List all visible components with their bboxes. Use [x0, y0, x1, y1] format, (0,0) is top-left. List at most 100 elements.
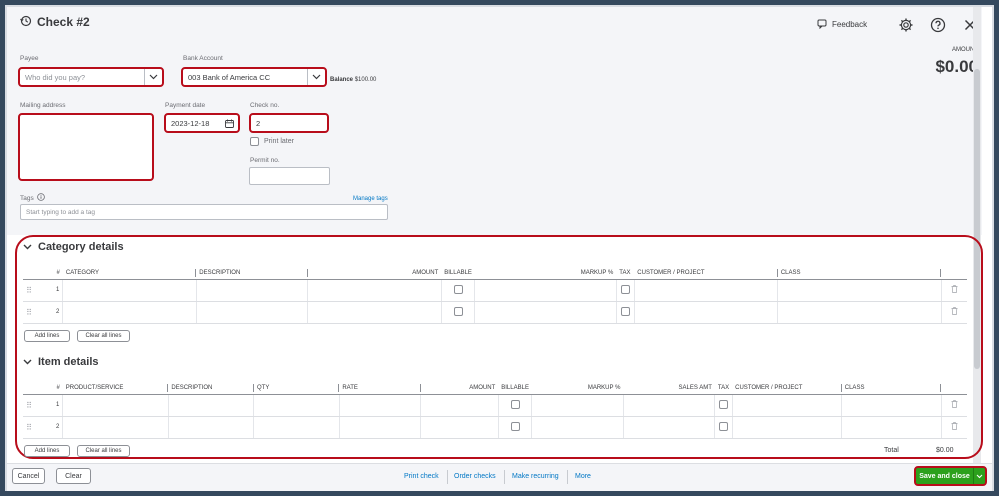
markup-cell[interactable] [531, 416, 624, 439]
drag-handle-icon[interactable]: ⠿ [23, 279, 35, 302]
rate-cell[interactable] [339, 394, 422, 417]
class-cell[interactable] [777, 301, 942, 324]
markup-cell[interactable] [474, 279, 617, 302]
product-cell[interactable] [62, 394, 169, 417]
tax-checkbox[interactable] [719, 421, 729, 431]
amount-cell[interactable] [307, 279, 442, 302]
check-no-field[interactable]: 2 [249, 113, 329, 133]
description-cell[interactable] [168, 394, 255, 417]
billable-cell[interactable] [441, 279, 476, 302]
category-cell[interactable] [62, 301, 197, 324]
drag-handle-icon[interactable]: ⠿ [23, 394, 35, 417]
payee-select[interactable]: Who did you pay? [18, 67, 164, 87]
billable-cell[interactable] [498, 416, 533, 439]
clear-button[interactable]: Clear [56, 468, 91, 484]
clear-all-lines-button[interactable]: Clear all lines [77, 330, 130, 342]
billable-checkbox[interactable] [453, 306, 463, 316]
trash-icon[interactable] [941, 301, 967, 324]
category-cell[interactable] [62, 279, 197, 302]
drag-handle-icon[interactable]: ⠿ [23, 301, 35, 324]
feedback-button[interactable]: Feedback [817, 19, 867, 29]
payment-date-field[interactable]: 2023-12-18 [164, 113, 240, 133]
calendar-icon[interactable] [225, 119, 234, 130]
bank-account-label: Bank Account [183, 55, 223, 62]
add-lines-button[interactable]: Add lines [24, 330, 70, 342]
chevron-down-icon[interactable] [23, 359, 32, 365]
description-cell[interactable] [196, 301, 309, 324]
tax-cell[interactable] [714, 394, 733, 417]
tags-input[interactable]: Start typing to add a tag [20, 204, 388, 220]
description-cell[interactable] [196, 279, 309, 302]
chevron-down-icon[interactable] [307, 69, 325, 85]
item-details-header[interactable]: Item details [23, 356, 99, 368]
manage-tags-link[interactable]: Manage tags [353, 196, 388, 202]
class-cell[interactable] [841, 394, 942, 417]
payee-placeholder: Who did you pay? [25, 72, 86, 82]
row-number: 2 [34, 416, 64, 439]
tax-cell[interactable] [616, 279, 635, 302]
print-check-link[interactable]: Print check [404, 473, 439, 480]
print-later-option[interactable]: Print later [250, 137, 294, 146]
sales-amt-cell[interactable] [623, 416, 716, 439]
gear-icon[interactable] [898, 17, 914, 33]
billable-checkbox[interactable] [510, 421, 520, 431]
bank-account-select[interactable]: 003 Bank of America CC [181, 67, 327, 87]
tax-cell[interactable] [616, 301, 635, 324]
table-row[interactable]: ⠿ 1 [23, 394, 967, 417]
tax-checkbox[interactable] [620, 306, 630, 316]
more-link[interactable]: More [575, 473, 591, 480]
amount-cell[interactable] [420, 394, 499, 417]
qty-cell[interactable] [253, 394, 340, 417]
customer-cell[interactable] [732, 394, 843, 417]
order-checks-link[interactable]: Order checks [454, 473, 496, 480]
product-cell[interactable] [62, 416, 169, 439]
permit-no-field[interactable] [249, 167, 330, 185]
footer-bar: Cancel Clear Print check Order checks Ma… [7, 463, 992, 491]
billable-cell[interactable] [441, 301, 476, 324]
col-amount: AMOUNT [307, 267, 442, 280]
save-and-close-button[interactable]: Save and close [916, 468, 973, 484]
chevron-down-icon[interactable] [973, 468, 985, 484]
billable-cell[interactable] [498, 394, 533, 417]
clear-all-lines-button[interactable]: Clear all lines [77, 445, 130, 457]
save-and-close-group: Save and close [914, 466, 987, 486]
qty-cell[interactable] [253, 416, 340, 439]
class-cell[interactable] [777, 279, 942, 302]
customer-cell[interactable] [634, 279, 779, 302]
history-icon[interactable] [20, 15, 32, 27]
table-row[interactable]: ⠿ 1 [23, 279, 967, 302]
make-recurring-link[interactable]: Make recurring [512, 473, 559, 480]
row-number: 1 [34, 394, 64, 417]
amount-cell[interactable] [307, 301, 442, 324]
customer-cell[interactable] [732, 416, 843, 439]
table-row[interactable]: ⠿ 2 [23, 416, 967, 439]
mailing-address-field[interactable] [18, 113, 154, 181]
print-later-checkbox[interactable] [250, 137, 259, 146]
tax-cell[interactable] [714, 416, 733, 439]
cancel-button[interactable]: Cancel [12, 468, 45, 484]
chevron-down-icon[interactable] [144, 69, 162, 85]
billable-checkbox[interactable] [510, 399, 520, 409]
add-lines-button[interactable]: Add lines [24, 445, 70, 457]
help-icon[interactable] [930, 17, 946, 33]
rate-cell[interactable] [339, 416, 422, 439]
drag-handle-icon[interactable]: ⠿ [23, 416, 35, 439]
trash-icon[interactable] [941, 416, 967, 439]
table-row[interactable]: ⠿ 2 [23, 301, 967, 324]
customer-cell[interactable] [634, 301, 779, 324]
category-details-header[interactable]: Category details [23, 241, 124, 253]
billable-checkbox[interactable] [453, 284, 463, 294]
info-icon[interactable] [36, 193, 45, 203]
description-cell[interactable] [168, 416, 255, 439]
trash-icon[interactable] [941, 394, 967, 417]
tags-placeholder: Start typing to add a tag [26, 208, 96, 216]
chevron-down-icon[interactable] [23, 244, 32, 250]
trash-icon[interactable] [941, 279, 967, 302]
class-cell[interactable] [841, 416, 942, 439]
tax-checkbox[interactable] [620, 284, 630, 294]
amount-cell[interactable] [420, 416, 499, 439]
markup-cell[interactable] [474, 301, 617, 324]
tax-checkbox[interactable] [719, 399, 729, 409]
markup-cell[interactable] [531, 394, 624, 417]
sales-amt-cell[interactable] [623, 394, 716, 417]
